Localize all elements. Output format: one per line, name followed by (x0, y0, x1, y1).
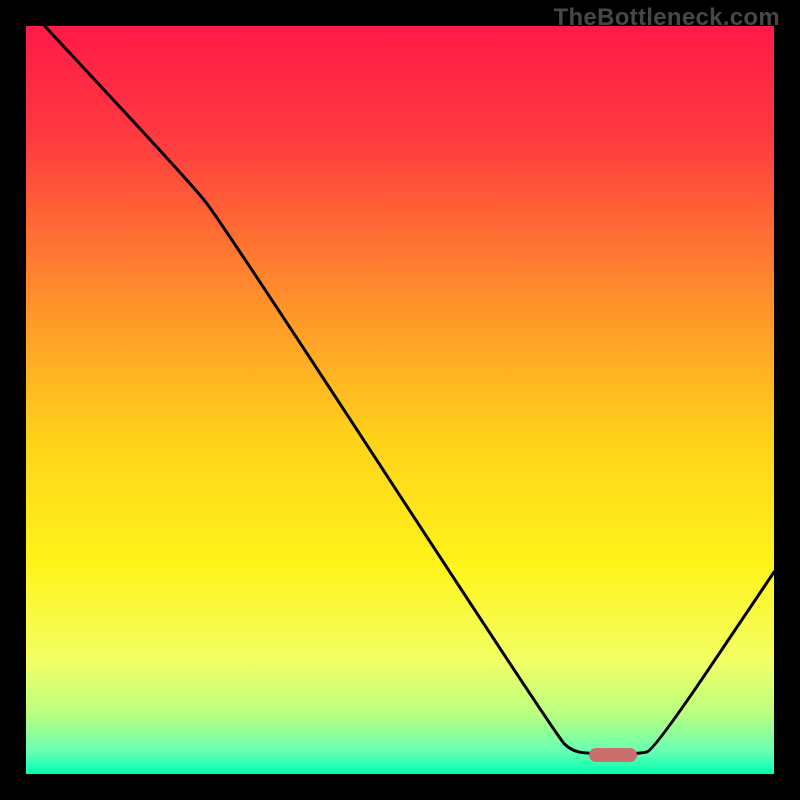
plot-area (26, 26, 774, 774)
plot-background (26, 26, 774, 774)
chart-frame: TheBottleneck.com (0, 0, 800, 800)
plot-svg (26, 26, 774, 774)
optimal-marker (589, 748, 637, 762)
watermark-label: TheBottleneck.com (554, 4, 780, 32)
